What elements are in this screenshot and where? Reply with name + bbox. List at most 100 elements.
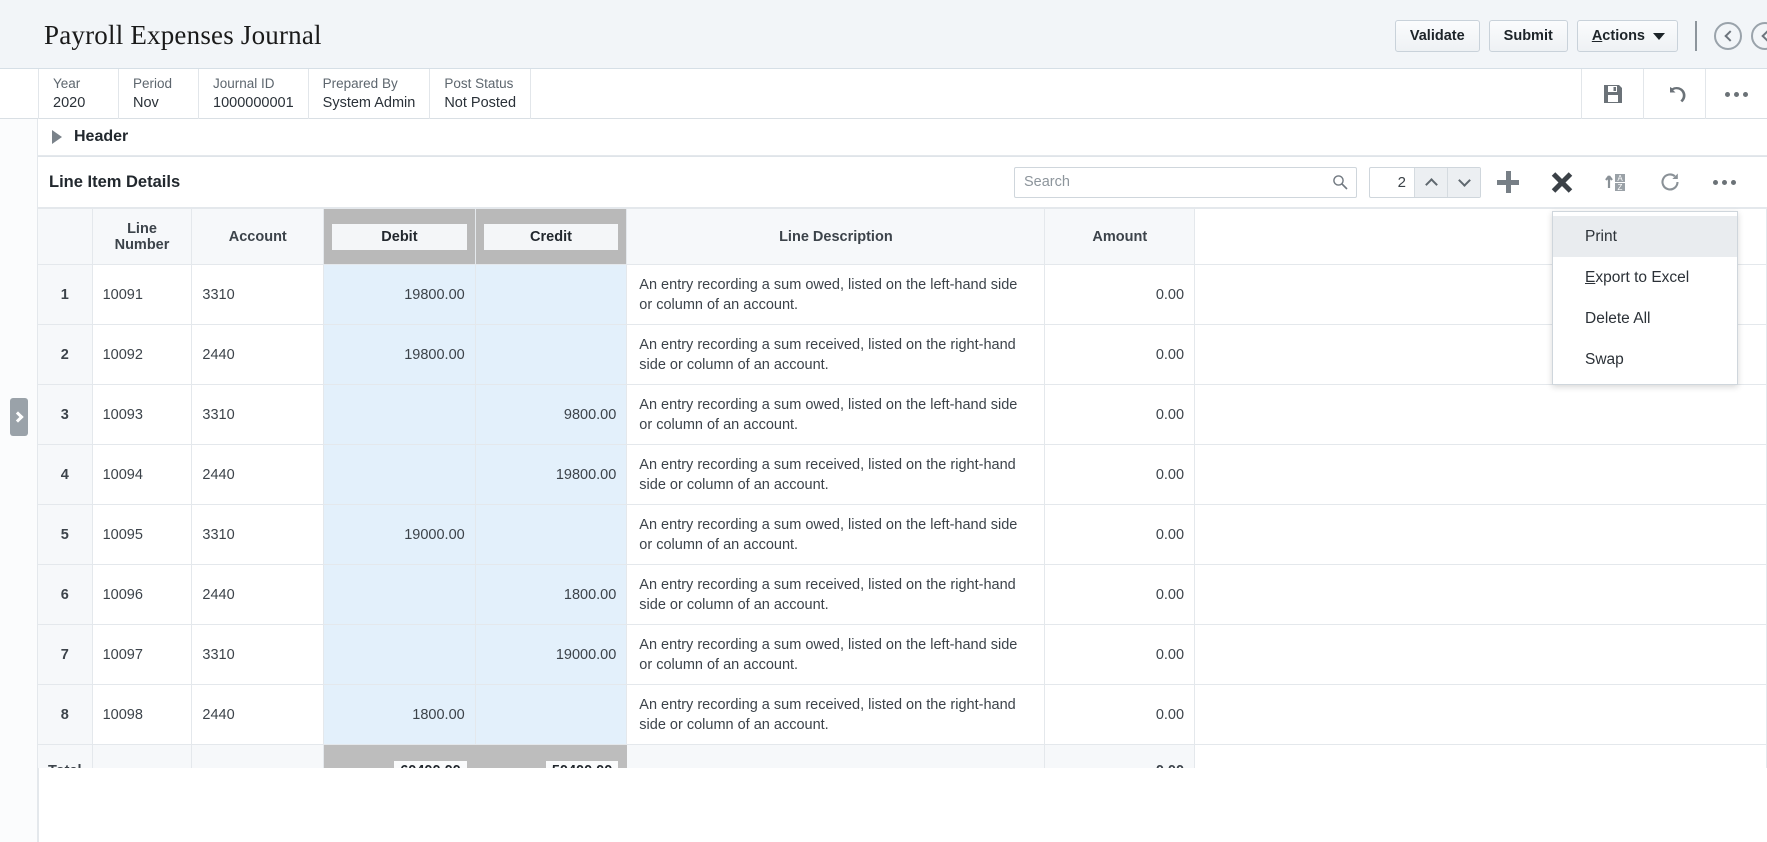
cell-account[interactable]: 3310 [191, 624, 325, 685]
cell-amount[interactable]: 0.00 [1044, 444, 1196, 505]
triangle-right-icon[interactable] [52, 130, 62, 144]
sort-az-button[interactable]: A Z [1589, 162, 1643, 202]
undo-button[interactable] [1643, 69, 1705, 119]
table-row[interactable]: 8 10098 2440 1800.00 An entry recording a su… [38, 684, 1767, 745]
col-line-description[interactable]: Line Description [626, 208, 1046, 265]
menu-item-export-to-excel[interactable]: Export to Excel [1553, 257, 1737, 298]
divider [1695, 21, 1697, 51]
cell-line-description[interactable]: An entry recording a sum received, liste… [626, 684, 1046, 745]
add-row-button[interactable] [1481, 162, 1535, 202]
header-accordion-label: Header [74, 128, 129, 145]
cell-line-description[interactable]: An entry recording a sum received, liste… [626, 444, 1046, 505]
cell-amount[interactable]: 0.00 [1044, 564, 1196, 625]
cell-credit[interactable] [475, 684, 628, 745]
cell-line-number[interactable]: 10093 [92, 384, 193, 445]
validate-button[interactable]: Validate [1394, 20, 1480, 52]
title-action-group: Validate Submit Actions [1394, 20, 1767, 52]
cell-debit[interactable] [323, 444, 476, 505]
menu-item-swap[interactable]: Swap [1553, 339, 1737, 380]
cell-line-description[interactable]: An entry recording a sum owed, listed on… [626, 624, 1046, 685]
col-amount[interactable]: Amount [1044, 208, 1196, 265]
record-overflow-button[interactable] [1705, 69, 1767, 119]
menu-item-print[interactable]: Print [1553, 216, 1737, 257]
cell-account[interactable]: 3310 [191, 384, 325, 445]
cell-credit[interactable] [475, 264, 628, 325]
previous-record-button[interactable] [1714, 22, 1742, 50]
cell-credit[interactable]: 9800.00 [475, 384, 628, 445]
grid-more-options-button[interactable] [1697, 162, 1751, 202]
cell-line-number[interactable]: 10098 [92, 684, 193, 745]
actions-menu-button[interactable]: Actions [1576, 20, 1678, 52]
cell-line-number[interactable]: 10094 [92, 444, 193, 505]
expand-sidebar-handle[interactable] [10, 398, 28, 436]
cell-credit[interactable]: 19000.00 [475, 624, 628, 685]
row-spinner[interactable]: 2 [1369, 166, 1481, 198]
cell-amount[interactable]: 0.00 [1044, 684, 1196, 745]
cell-line-description[interactable]: An entry recording a sum owed, listed on… [626, 264, 1046, 325]
cell-account[interactable]: 2440 [191, 444, 325, 505]
row-spinner-value[interactable]: 2 [1370, 168, 1414, 197]
refresh-button[interactable] [1643, 162, 1697, 202]
table-row[interactable]: 7 10097 3310 19000.00 An entry recording a s… [38, 624, 1767, 685]
col-credit[interactable]: Credit [475, 208, 628, 265]
cell-line-number[interactable]: 10097 [92, 624, 193, 685]
cell-line-description[interactable]: An entry recording a sum received, liste… [626, 324, 1046, 385]
submit-button[interactable]: Submit [1488, 20, 1568, 52]
cell-line-description[interactable]: An entry recording a sum received, liste… [626, 564, 1046, 625]
left-rail [0, 69, 38, 842]
cell-credit[interactable] [475, 324, 628, 385]
col-account[interactable]: Account [191, 208, 325, 265]
col-debit[interactable]: Debit [323, 208, 476, 265]
info-label: Period [133, 76, 173, 91]
cell-account[interactable]: 2440 [191, 684, 325, 745]
cell-amount[interactable]: 0.00 [1044, 384, 1196, 445]
cell-line-description[interactable]: An entry recording a sum owed, listed on… [626, 504, 1046, 565]
cell-account[interactable]: 2440 [191, 324, 325, 385]
cell-line-number[interactable]: 10096 [92, 564, 193, 625]
cell-debit[interactable] [323, 564, 476, 625]
cell-line-number[interactable]: 10095 [92, 504, 193, 565]
header-accordion[interactable]: Header [38, 119, 1767, 156]
table-row[interactable]: 5 10095 3310 19000.00 An entry recording a s… [38, 504, 1767, 565]
menu-item-delete-all[interactable]: Delete All [1553, 298, 1737, 339]
line-items-grid: Line Number Account Debit Credit Line De… [38, 208, 1767, 797]
cell-debit[interactable] [323, 384, 476, 445]
cell-line-description[interactable]: An entry recording a sum owed, listed on… [626, 384, 1046, 445]
table-row[interactable]: 3 10093 3310 9800.00 An entry recording a su… [38, 384, 1767, 445]
row-spinner-up-button[interactable] [1414, 167, 1447, 197]
col-line-number[interactable]: Line Number [92, 208, 193, 265]
line-items-table: Line Number Account Debit Credit Line De… [38, 208, 1767, 797]
table-row[interactable]: 1 10091 3310 19800.00 An entry recording a s… [38, 264, 1767, 325]
cell-credit[interactable]: 1800.00 [475, 564, 628, 625]
row-spinner-down-button[interactable] [1447, 167, 1480, 197]
table-row[interactable]: 2 10092 2440 19800.00 An entry recording a s… [38, 324, 1767, 385]
cell-debit[interactable]: 19800.00 [323, 324, 476, 385]
cell-account[interactable]: 3310 [191, 264, 325, 325]
cell-account[interactable]: 3310 [191, 504, 325, 565]
cell-line-number[interactable]: 10092 [92, 324, 193, 385]
cell-debit[interactable] [323, 624, 476, 685]
cell-debit[interactable]: 1800.00 [323, 684, 476, 745]
cell-amount[interactable]: 0.00 [1044, 264, 1196, 325]
cell-debit[interactable]: 19000.00 [323, 504, 476, 565]
save-button[interactable] [1581, 69, 1643, 119]
cell-amount[interactable]: 0.00 [1044, 624, 1196, 685]
cell-filler [1194, 504, 1767, 565]
table-row[interactable]: 6 10096 2440 1800.00 An entry recording a su… [38, 564, 1767, 625]
search-box[interactable] [1014, 166, 1357, 198]
cell-amount[interactable]: 0.00 [1044, 504, 1196, 565]
svg-text:A: A [1617, 174, 1623, 183]
cell-credit[interactable] [475, 504, 628, 565]
save-icon [1603, 85, 1622, 103]
cell-account[interactable]: 2440 [191, 564, 325, 625]
delete-row-button[interactable] [1535, 162, 1589, 202]
cell-credit[interactable]: 19800.00 [475, 444, 628, 505]
search-input[interactable] [1015, 167, 1356, 197]
chevron-down-icon [1457, 173, 1471, 187]
cell-amount[interactable]: 0.00 [1044, 324, 1196, 385]
cell-debit[interactable]: 19800.00 [323, 264, 476, 325]
cell-line-number[interactable]: 10091 [92, 264, 193, 325]
table-row[interactable]: 4 10094 2440 19800.00 An entry recording a s… [38, 444, 1767, 505]
next-record-button[interactable] [1751, 22, 1767, 50]
col-credit-label: Credit [483, 223, 619, 250]
